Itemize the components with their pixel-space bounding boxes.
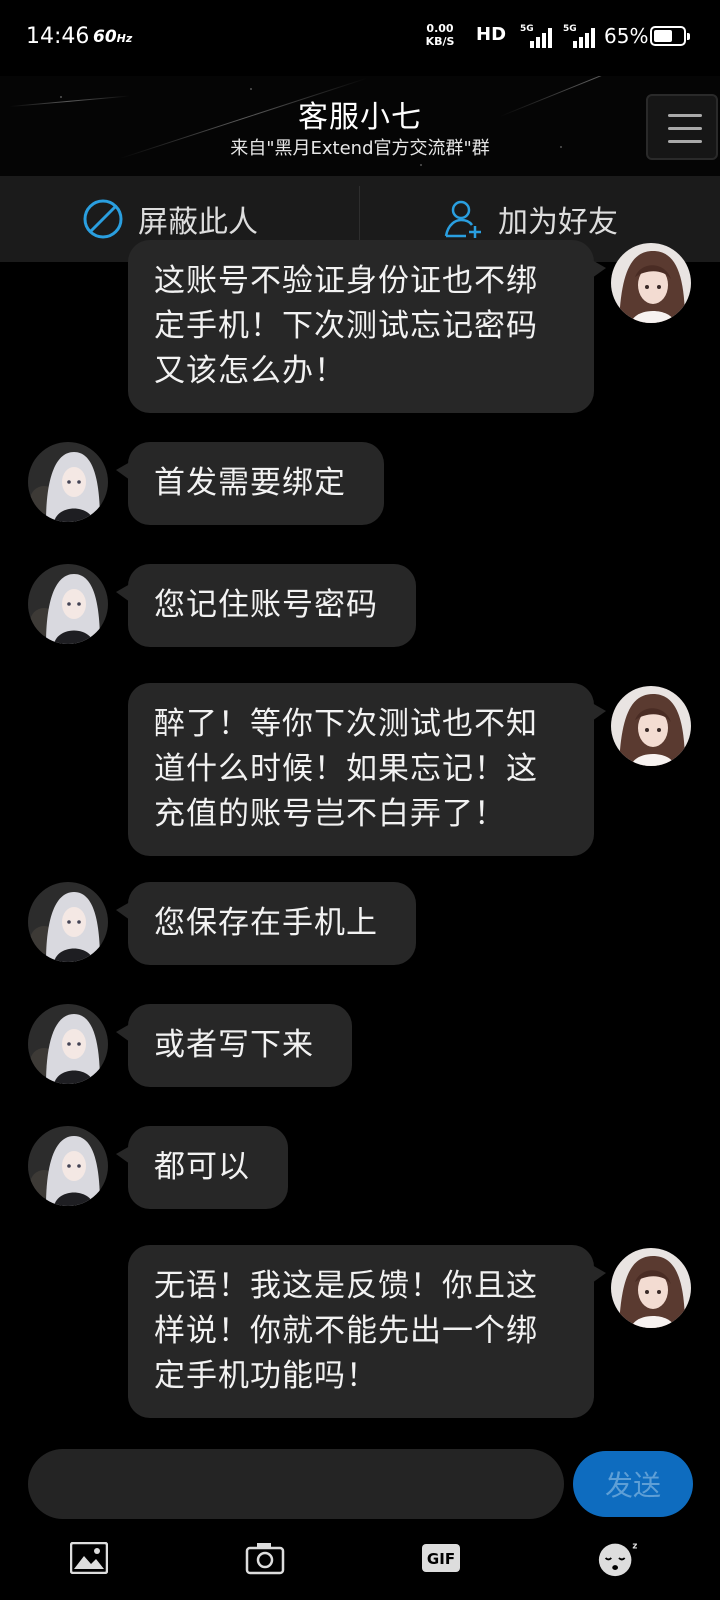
incoming-message: 都可以 (0, 1126, 720, 1209)
block-icon (83, 199, 123, 239)
message-bubble[interactable]: 首发需要绑定 (116, 442, 384, 525)
outgoing-message: 这账号不验证身份证也不绑 定手机！下次测试忘记密码 又该怎么办！ (0, 240, 720, 413)
signal-icon: 5G (563, 24, 597, 48)
add-person-icon (444, 200, 481, 238)
camera-icon (245, 1543, 285, 1575)
message-bubble[interactable]: 您记住账号密码 (116, 564, 416, 647)
svg-text:z: z (632, 1541, 637, 1551)
message-bubble[interactable]: 您保存在手机上 (116, 882, 416, 965)
hamburger-menu-icon (668, 114, 702, 117)
avatar[interactable] (611, 243, 691, 323)
outgoing-message: 无语！我这是反馈！你且这 样说！你就不能先出一个绑 定手机功能吗！ (0, 1245, 720, 1418)
message-bubble[interactable]: 无语！我这是反馈！你且这 样说！你就不能先出一个绑 定手机功能吗！ (128, 1245, 606, 1418)
gif-icon: GIF (422, 1544, 460, 1572)
hd-voice-indicator: HD (476, 24, 507, 45)
camera-button[interactable] (243, 1538, 287, 1578)
add-friend-label: 加为好友 (498, 205, 618, 240)
chat-header: 客服小七 来自"黑月Extend官方交流群"群 (0, 76, 720, 176)
message-bubble[interactable]: 这账号不验证身份证也不绑 定手机！下次测试忘记密码 又该怎么办！ (128, 240, 606, 413)
incoming-message: 您保存在手机上 (0, 882, 720, 965)
emoji-icon: z (598, 1541, 637, 1577)
chat-subtitle: 来自"黑月Extend官方交流群"群 (230, 138, 490, 159)
emoji-button[interactable]: z (596, 1538, 640, 1578)
signal-icon: 5G (520, 24, 554, 48)
refresh-rate: 60Hz (93, 27, 133, 47)
message-bubble[interactable]: 醉了！等你下次测试也不知 道什么时候！如果忘记！这 充值的账号岂不白弄了！ (128, 683, 606, 856)
incoming-message: 您记住账号密码 (0, 564, 720, 647)
battery-icon (650, 26, 690, 46)
image-icon (70, 1542, 108, 1574)
svg-text:GIF: GIF (427, 1550, 455, 1568)
battery-percent: 65% (604, 24, 649, 48)
chat-title: 客服小七 (298, 100, 422, 135)
incoming-message: 或者写下来 (0, 1004, 720, 1087)
message-bubble[interactable]: 或者写下来 (116, 1004, 352, 1087)
message-input[interactable] (28, 1449, 564, 1519)
image-button[interactable] (67, 1538, 111, 1578)
message-bubble[interactable]: 都可以 (116, 1126, 288, 1209)
send-button[interactable]: 发送 (573, 1451, 693, 1517)
avatar[interactable] (28, 882, 108, 962)
network-speed: 0.00 KB/S (425, 22, 455, 48)
avatar[interactable] (28, 1004, 108, 1084)
outgoing-message: 醉了！等你下次测试也不知 道什么时候！如果忘记！这 充值的账号岂不白弄了！ (0, 683, 720, 856)
menu-button[interactable] (646, 94, 718, 160)
gif-button[interactable]: GIF (419, 1538, 463, 1578)
status-time: 14:46 (26, 24, 90, 49)
status-bar: 14:46 60Hz 0.00 KB/S HD 5G 5G 65% (0, 0, 720, 76)
avatar[interactable] (28, 442, 108, 522)
avatar[interactable] (611, 686, 691, 766)
incoming-message: 首发需要绑定 (0, 442, 720, 525)
avatar[interactable] (28, 564, 108, 644)
avatar[interactable] (611, 1248, 691, 1328)
avatar[interactable] (28, 1126, 108, 1206)
block-user-label: 屏蔽此人 (138, 205, 258, 240)
